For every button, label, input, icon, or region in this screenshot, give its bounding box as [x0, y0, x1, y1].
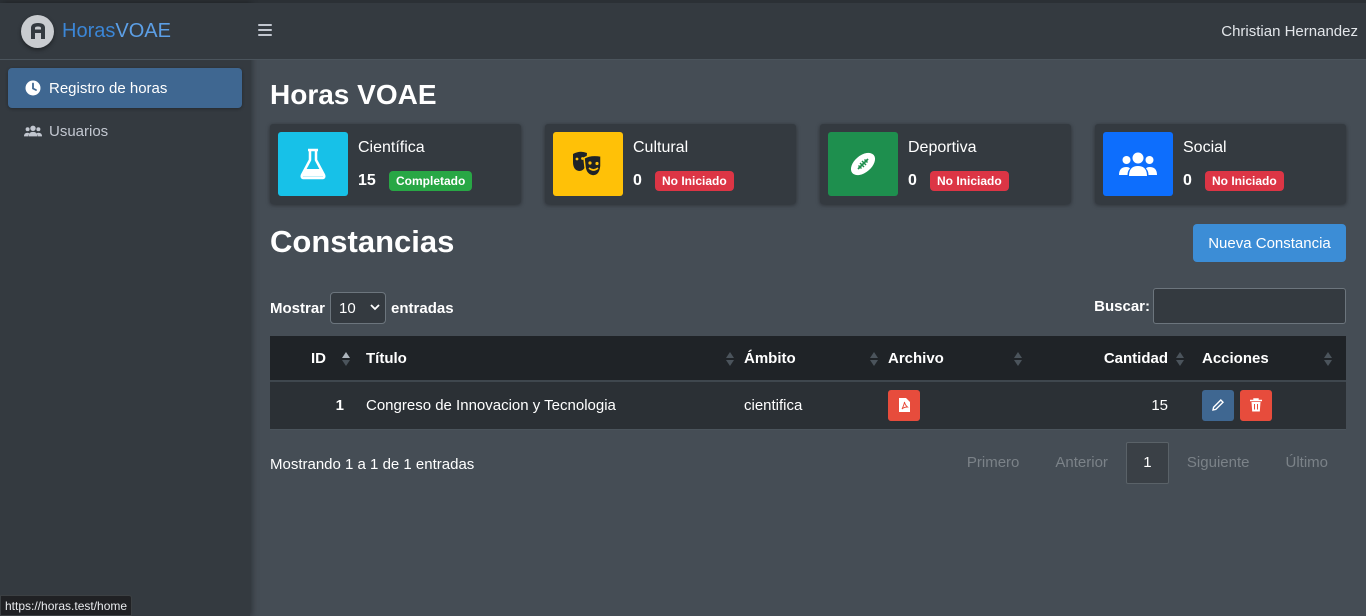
- section-title: Constancias: [270, 224, 455, 259]
- clock-icon: [24, 79, 42, 97]
- card-value: 0: [1183, 172, 1192, 189]
- sort-icon: [1324, 352, 1332, 366]
- sort-icon: [870, 352, 878, 366]
- card-title: Social: [1183, 139, 1227, 156]
- cell-titulo: Congreso de Innovacion y Tecnologia: [356, 381, 734, 430]
- status-badge: No Iniciado: [655, 171, 734, 191]
- entries-select-value: 10: [339, 299, 356, 317]
- table-row: 1 Congreso de Innovacion y Tecnologia ci…: [270, 381, 1346, 430]
- sidebar-item-label: Registro de horas: [49, 79, 168, 97]
- pagination-page-1[interactable]: 1: [1125, 441, 1169, 484]
- card-social: Social 0 No Iniciado: [1095, 124, 1346, 204]
- brand-link[interactable]: HorasVOAE: [0, 3, 250, 60]
- category-cards: Científica 15 Completado Cultural 0 No I…: [270, 124, 1346, 204]
- trash-icon: [1250, 398, 1263, 412]
- delete-button[interactable]: [1240, 389, 1273, 421]
- pdf-file-icon: [898, 398, 910, 413]
- users-icon: [1103, 132, 1173, 196]
- flask-icon: [278, 132, 348, 196]
- edit-button[interactable]: [1202, 389, 1234, 421]
- search-label: Buscar:: [1094, 297, 1150, 315]
- cell-id: 1: [270, 381, 356, 430]
- sort-icon: [1014, 352, 1022, 366]
- column-header-label: Archivo: [888, 349, 944, 367]
- hamburger-menu-icon[interactable]: [258, 24, 272, 38]
- cell-acciones: [1186, 381, 1346, 430]
- column-header-ambito[interactable]: Ámbito: [734, 336, 878, 382]
- column-header-acciones[interactable]: Acciones: [1186, 336, 1346, 382]
- cell-ambito: cientifica: [734, 381, 878, 430]
- new-constancia-button[interactable]: Nueva Constancia: [1193, 224, 1346, 262]
- column-header-archivo[interactable]: Archivo: [878, 336, 1022, 382]
- column-header-id[interactable]: ID: [270, 336, 356, 382]
- brand-logo-icon: [21, 14, 54, 48]
- page-title: Horas VOAE: [270, 79, 437, 110]
- card-cientifica: Científica 15 Completado: [270, 124, 521, 204]
- entries-select[interactable]: 10: [330, 292, 387, 324]
- table-controls: Mostrar 10 entradas Buscar:: [270, 284, 1346, 336]
- card-title: Cultural: [633, 139, 689, 156]
- chevron-down-icon: [370, 304, 380, 311]
- pagination: Primero Anterior 1 Siguiente Último: [949, 441, 1346, 484]
- status-badge: Completado: [389, 171, 473, 191]
- column-header-cantidad[interactable]: Cantidad: [1022, 336, 1186, 382]
- card-title: Deportiva: [908, 139, 977, 156]
- constancias-table: ID Título Ámbito Archivo Cantidad Accion…: [270, 336, 1346, 430]
- football-icon: [828, 132, 898, 196]
- search-input[interactable]: [1153, 288, 1346, 324]
- pdf-file-button[interactable]: [888, 389, 920, 421]
- pencil-icon: [1212, 399, 1224, 412]
- column-header-label: Título: [366, 349, 407, 367]
- brand-text-part2: VOAE: [115, 19, 171, 42]
- card-title: Científica: [358, 139, 425, 156]
- show-label: Mostrar: [270, 299, 326, 317]
- sidebar-item-label: Usuarios: [49, 122, 109, 140]
- sidebar-item-usuarios[interactable]: Usuarios: [8, 111, 242, 151]
- sidebar: HorasVOAE Registro de horas Usuarios: [0, 3, 250, 616]
- pagination-first[interactable]: Primero: [949, 442, 1038, 484]
- sidebar-nav: Registro de horas Usuarios: [0, 60, 250, 151]
- sidebar-item-registro-de-horas[interactable]: Registro de horas: [8, 68, 242, 108]
- search-control: Buscar:: [1094, 288, 1346, 324]
- table-header-row: ID Título Ámbito Archivo Cantidad Accion…: [270, 336, 1346, 382]
- sort-icon: [726, 352, 734, 366]
- card-value: 0: [633, 172, 642, 189]
- pagination-previous[interactable]: Anterior: [1037, 442, 1126, 484]
- user-name[interactable]: Christian Hernandez: [1221, 23, 1358, 40]
- brand-text: HorasVOAE: [62, 20, 171, 43]
- card-deportiva: Deportiva 0 No Iniciado: [820, 124, 1071, 204]
- entries-label: entradas: [391, 299, 454, 317]
- status-badge: No Iniciado: [1205, 171, 1284, 191]
- column-header-label: Acciones: [1202, 349, 1269, 367]
- card-cultural: Cultural 0 No Iniciado: [545, 124, 796, 204]
- column-header-label: ID: [311, 349, 326, 367]
- sort-icon: [1176, 352, 1184, 366]
- brand-text-part1: Horas: [62, 19, 116, 42]
- users-icon: [24, 122, 42, 140]
- section-header: Constancias Nueva Constancia: [270, 224, 1346, 284]
- column-header-titulo[interactable]: Título: [356, 336, 734, 382]
- pagination-next[interactable]: Siguiente: [1169, 442, 1268, 484]
- column-header-label: Ámbito: [744, 349, 796, 367]
- cell-archivo: [878, 381, 1022, 430]
- pagination-last[interactable]: Último: [1267, 442, 1346, 484]
- topbar: Christian Hernandez: [250, 3, 1366, 60]
- table-info: Mostrando 1 a 1 de 1 entradas: [270, 455, 475, 473]
- card-value: 15: [358, 172, 376, 189]
- column-header-label: Cantidad: [1103, 349, 1168, 367]
- cell-cantidad: 15: [1022, 381, 1186, 430]
- sort-asc-icon: [342, 352, 350, 366]
- theater-masks-icon: [553, 132, 623, 196]
- main-content: Horas VOAE Científica 15 Completado Cult…: [270, 60, 1346, 502]
- card-value: 0: [908, 172, 917, 189]
- browser-status-url: https://horas.test/home: [0, 595, 133, 616]
- status-badge: No Iniciado: [930, 171, 1009, 191]
- table-footer: Mostrando 1 a 1 de 1 entradas Primero An…: [270, 441, 1346, 502]
- length-control: Mostrar 10 entradas: [270, 292, 454, 324]
